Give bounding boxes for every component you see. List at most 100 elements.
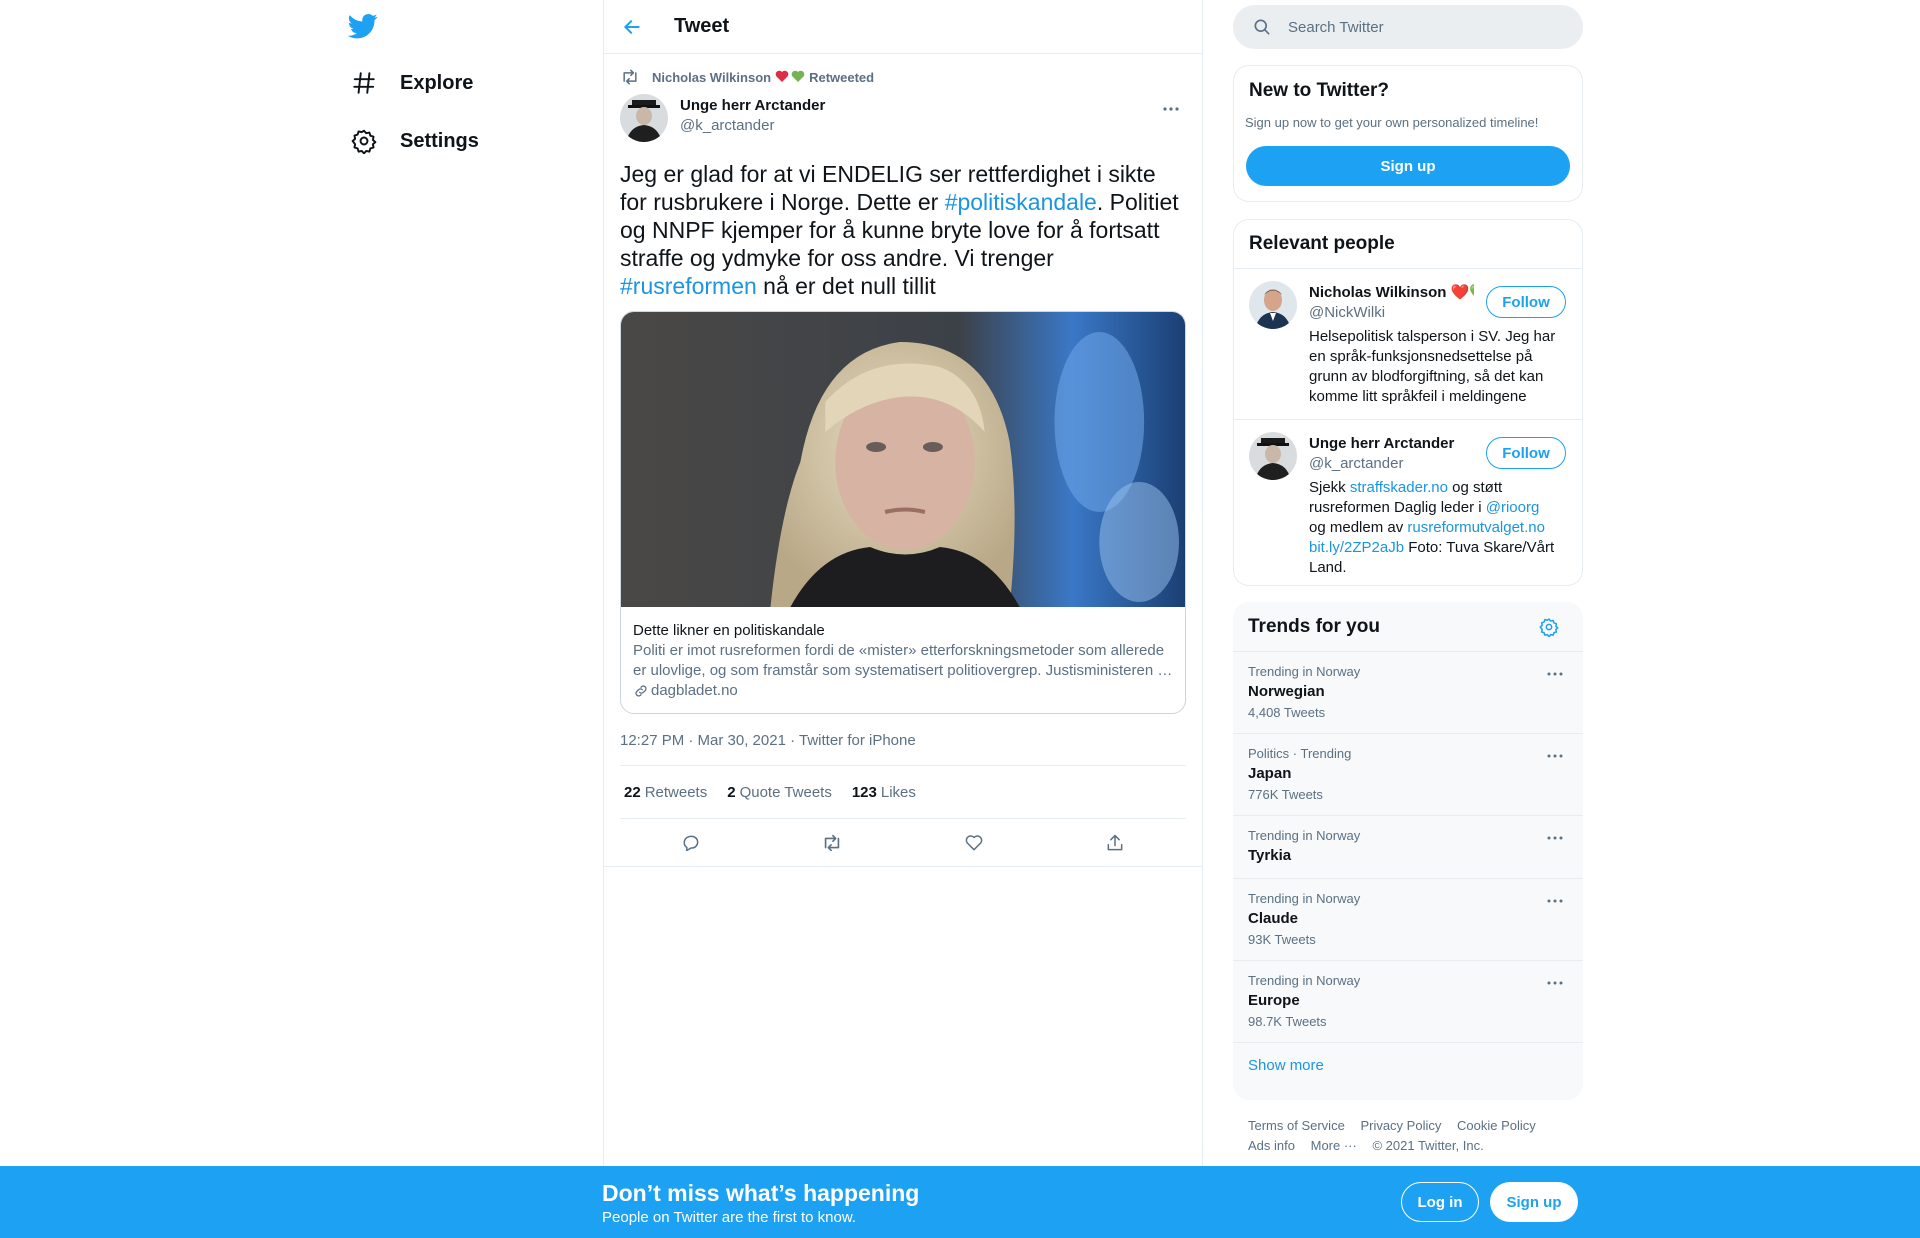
avatar[interactable] [1249,281,1297,329]
likes-stat[interactable]: 123 Likes [852,784,916,801]
nav-settings-label: Settings [400,129,479,152]
retweet-button[interactable] [814,825,850,861]
more-icon[interactable] [1543,748,1567,764]
retweeted-label: Retweeted [809,69,875,85]
retweet-icon [825,834,840,851]
hashtag-link[interactable]: #politiskandale [945,189,1097,215]
retweeter-name[interactable]: Nicholas Wilkinson [652,70,771,85]
trend-item[interactable]: Politics · Trending Japan 776K Tweets [1233,734,1583,816]
person-bio: Helsepolitisk talsperson i SV. Jeg har e… [1309,328,1556,405]
footer-more-link[interactable]: More ··· [1311,1138,1357,1153]
trend-context: Trending in Norway [1248,664,1361,679]
retweets-label: Retweets [644,783,708,801]
trend-item[interactable]: Trending in Norway Claude 93K Tweets [1233,879,1583,961]
trend-item[interactable]: Trending in Norway Tyrkia [1233,816,1583,879]
follow-button[interactable]: Follow [1486,437,1566,469]
bio-link[interactable]: rusreformutvalget.no [1407,519,1545,536]
footer-link[interactable]: Ads info [1248,1138,1295,1153]
relevant-people-panel: Relevant people Nicholas Wilkinson ❤️💚 @… [1233,219,1583,586]
avatar[interactable] [620,94,668,142]
follow-button[interactable]: Follow [1486,286,1566,318]
nav-explore-label: Explore [400,71,474,94]
page-title: Tweet [674,15,730,37]
footer-link[interactable]: Cookie Policy [1457,1118,1536,1133]
person-name[interactable]: Unge herr Arctander [1309,434,1474,454]
main-header: Tweet [604,0,1202,54]
trend-context: Trending in Norway [1248,973,1361,988]
person-name[interactable]: Nicholas Wilkinson ❤️💚 [1309,283,1474,303]
like-button[interactable] [956,825,992,861]
gear-icon[interactable] [1539,617,1559,637]
reply-icon [683,835,699,851]
likes-label: Likes [880,783,916,801]
more-icon[interactable] [1543,893,1567,909]
retweets-stat[interactable]: 22 Retweets [624,784,707,801]
hashtag-link[interactable]: #rusreformen [620,273,757,299]
back-arrow-icon [624,19,640,34]
reply-button[interactable] [673,825,709,861]
retweet-context: Nicholas Wilkinson Retweeted [620,54,1186,94]
person-item[interactable]: Nicholas Wilkinson ❤️💚 @NickWilki Helsep… [1234,269,1582,420]
tweet-text: Jeg er glad for at vi ENDELIG ser rettfe… [620,160,1186,300]
author-handle[interactable]: @k_arctander [680,116,825,136]
link-card[interactable]: Dette likner en politiskandale Politi er… [620,311,1186,714]
tweet-timestamp[interactable]: 12:27 PM · Mar 30, 2021 · Twitter for iP… [620,732,1186,766]
more-icon[interactable] [1543,830,1567,846]
bio-text: Sjekk [1309,479,1350,496]
banner-subtitle: People on Twitter are the first to know. [602,1209,857,1226]
tweet-author: Unge herr Arctander @k_arctander [620,94,1186,146]
trends-panel: Trends for you Trending in Norway Norweg… [1233,602,1583,1100]
trend-name: Japan [1248,765,1292,782]
trend-item[interactable]: Trending in Norway Norwegian 4,408 Tweet… [1233,652,1583,734]
banner-title: Don’t miss what’s happening [602,1180,920,1206]
retweeter-emoji [775,69,805,86]
bio-text: og medlem av [1309,519,1408,536]
likes-count: 123 [851,783,877,801]
retweets-count: 22 [624,783,641,801]
bio-link[interactable]: straffskader.no [1350,479,1448,496]
person-bio: Sjekk straffskader.no og støtt rusreform… [1309,478,1559,578]
card-domain: dagbladet.no [633,681,1173,701]
more-icon[interactable] [1543,666,1567,682]
twitter-bird-icon[interactable] [347,11,378,41]
more-icon[interactable] [1543,975,1567,991]
more-options-button[interactable] [1156,94,1186,124]
tweet-actions [604,819,1202,867]
bio-mention[interactable]: @rioorg [1486,499,1540,516]
footer: Terms of Service Privacy Policy Cookie P… [1248,1116,1578,1156]
trend-count: 93K Tweets [1248,932,1316,947]
trend-count: 776K Tweets [1248,787,1323,802]
sign-up-button[interactable]: Sign up [1246,146,1570,186]
card-description: Politi er imot rusreformen fordi de «mis… [633,642,1173,679]
trend-item[interactable]: Trending in Norway Europe 98.7K Tweets [1233,961,1583,1043]
signup-banner: Don’t miss what’s happening People on Tw… [0,1166,1920,1238]
search-bar[interactable] [1233,5,1583,49]
author-name[interactable]: Unge herr Arctander [680,96,825,116]
gear-icon [350,127,378,155]
search-input[interactable] [1288,18,1558,36]
show-more-link[interactable]: Show more [1233,1043,1583,1088]
trend-context: Trending in Norway [1248,828,1361,843]
footer-link[interactable]: Terms of Service [1248,1118,1345,1133]
quotes-label: Quote Tweets [739,783,832,801]
person-item[interactable]: Unge herr Arctander @k_arctander Sjekk s… [1234,420,1582,590]
trend-count: 4,408 Tweets [1248,705,1326,720]
back-button[interactable] [612,7,652,47]
search-icon [1254,19,1270,35]
nav-explore[interactable]: Explore [350,63,473,103]
quote-tweets-stat[interactable]: 2 Quote Tweets [727,784,832,801]
bio-link[interactable]: bit.ly/2ZP2aJb [1309,539,1404,556]
share-icon [1107,834,1123,850]
new-to-twitter-subtitle: Sign up now to get your own personalized… [1245,115,1539,130]
trends-title: Trends for you [1248,615,1380,637]
banner-sign-up-button[interactable]: Sign up [1490,1182,1578,1222]
nav-settings[interactable]: Settings [350,121,479,161]
footer-link[interactable]: Privacy Policy [1360,1118,1441,1133]
avatar[interactable] [1249,432,1297,480]
share-button[interactable] [1097,825,1133,861]
quotes-count: 2 [727,783,736,801]
relevant-people-title: Relevant people [1249,233,1395,254]
trend-name: Norwegian [1248,683,1325,700]
trend-count: 98.7K Tweets [1248,1014,1327,1029]
log-in-button[interactable]: Log in [1401,1182,1479,1222]
